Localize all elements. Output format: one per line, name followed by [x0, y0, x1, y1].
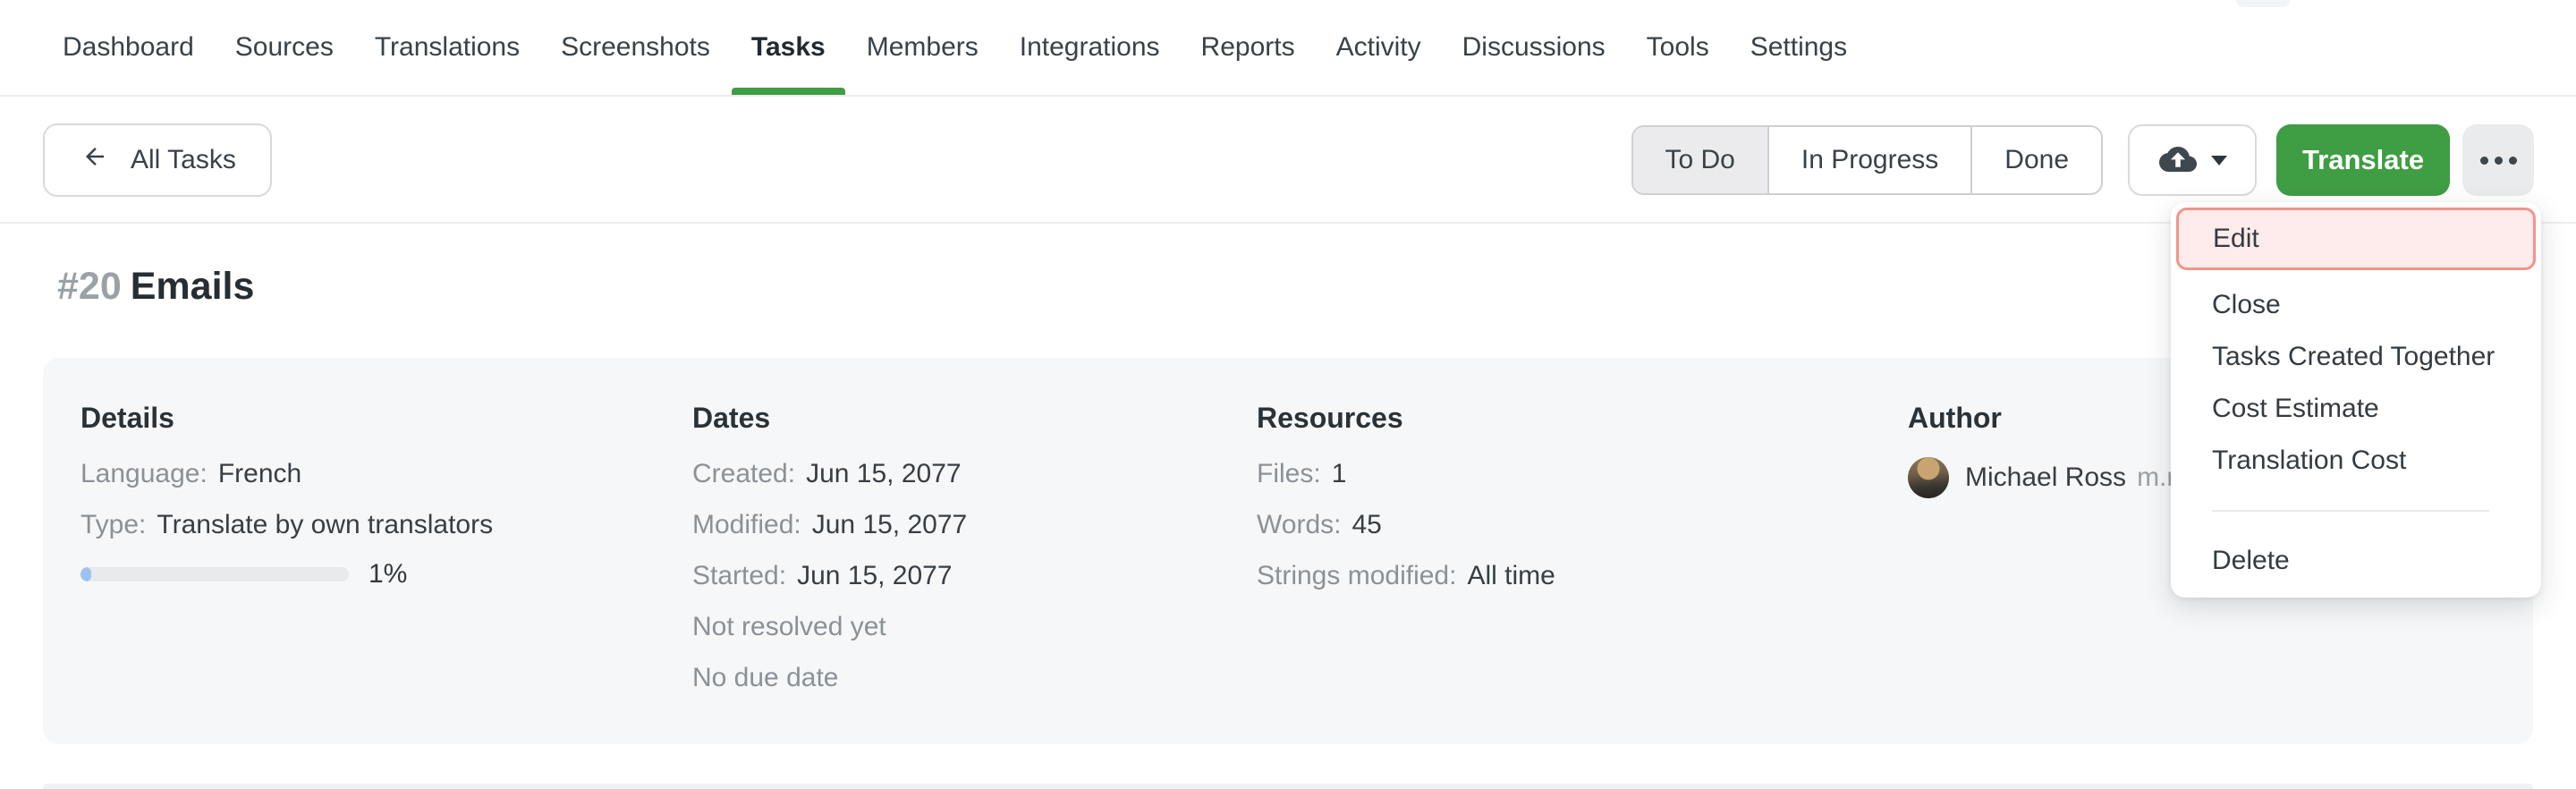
nav-tab-dashboard[interactable]: Dashboard — [63, 0, 194, 95]
files-label: Files: — [1257, 459, 1321, 488]
author-avatar — [1908, 457, 1949, 498]
author-name: Michael Ross — [1965, 462, 2126, 493]
nav-tab-sources[interactable]: Sources — [235, 0, 334, 95]
task-id: #20 — [57, 265, 122, 308]
strings-modified-value: All time — [1467, 561, 1555, 590]
upload-translations-dropdown-button[interactable] — [2128, 124, 2257, 196]
status-filter: To Do In Progress Done — [1631, 125, 2104, 195]
language-label: Language: — [80, 459, 208, 488]
nav-tab-integrations[interactable]: Integrations — [1020, 0, 1160, 95]
type-label: Type: — [80, 510, 146, 539]
scrolled-element-fragment — [2236, 0, 2290, 7]
resolved-note: Not resolved yet — [692, 610, 1247, 644]
started-value: Jun 15, 2077 — [797, 561, 952, 590]
ellipsis-icon — [2480, 157, 2517, 165]
nav-tab-tasks[interactable]: Tasks — [751, 0, 826, 95]
status-tab-in-progress[interactable]: In Progress — [1769, 127, 1972, 193]
status-tab-todo[interactable]: To Do — [1633, 127, 1769, 193]
strings-modified-row: Strings modified: All time — [1257, 559, 1811, 593]
menu-item-edit[interactable]: Edit — [2176, 208, 2536, 270]
files-row: Files: 1 — [1257, 457, 1811, 491]
resources-heading: Resources — [1257, 401, 1811, 435]
created-label: Created: — [692, 459, 795, 488]
details-section: Details Language: French Type: Translate b… — [80, 401, 662, 590]
dates-section: Dates Created:Jun 15, 2077 Modified:Jun … — [692, 401, 1247, 712]
modified-value: Jun 15, 2077 — [812, 510, 967, 539]
progress-row: 1% — [80, 559, 662, 590]
words-value: 45 — [1352, 510, 1381, 539]
menu-item-delete[interactable]: Delete — [2171, 535, 2541, 587]
translate-button[interactable]: Translate — [2276, 124, 2450, 196]
nav-tab-screenshots[interactable]: Screenshots — [561, 0, 710, 95]
files-value: 1 — [1332, 459, 1347, 488]
words-label: Words: — [1257, 510, 1341, 539]
resources-section: Resources Files: 1 Words: 45 Strings modif… — [1257, 401, 1811, 610]
nav-tab-tools[interactable]: Tools — [1647, 0, 1709, 95]
modified-row: Modified: Jun 15, 2077 — [692, 508, 1247, 542]
dates-heading: Dates — [692, 401, 1247, 435]
language-value: French — [218, 459, 301, 488]
modified-label: Modified: — [692, 510, 801, 539]
toolbar-actions: To Do In Progress Done Translate — [1631, 124, 2535, 196]
created-value: Jun 15, 2077 — [806, 459, 961, 488]
details-heading: Details — [80, 401, 662, 435]
next-card-fragment — [43, 784, 2533, 789]
menu-item-translation-cost[interactable]: Translation Cost — [2171, 435, 2541, 487]
created-row: Created: Jun 15, 2077 — [692, 457, 1247, 491]
status-tab-done[interactable]: Done — [1972, 127, 2101, 193]
all-tasks-back-button[interactable]: All Tasks — [43, 123, 272, 197]
nav-tab-discussions[interactable]: Discussions — [1462, 0, 1606, 95]
nav-tab-members[interactable]: Members — [867, 0, 979, 95]
task-title: Emails — [131, 265, 255, 308]
menu-item-cost-estimate[interactable]: Cost Estimate — [2171, 383, 2541, 435]
words-row: Words: 45 — [1257, 508, 1811, 542]
nav-tab-translations[interactable]: Translations — [375, 0, 520, 95]
progress-bar-fill — [80, 567, 91, 581]
language-row: Language: French — [80, 457, 662, 491]
task-summary-card: Details Language: French Type: Translate b… — [43, 358, 2533, 744]
type-row: Type: Translate by own translators — [80, 508, 662, 542]
all-tasks-label: All Tasks — [131, 145, 236, 175]
left-arrow-icon — [79, 143, 111, 177]
progress-percent: 1% — [369, 559, 407, 590]
menu-item-tasks-created-together[interactable]: Tasks Created Together — [2171, 331, 2541, 383]
more-actions-menu: Edit Close Tasks Created Together Cost E… — [2171, 202, 2541, 598]
type-value: Translate by own translators — [157, 510, 493, 539]
menu-divider — [2212, 510, 2489, 512]
project-nav: Dashboard Sources Translations Screensho… — [0, 0, 2576, 97]
more-actions-button[interactable] — [2462, 124, 2534, 196]
caret-down-icon — [2211, 156, 2227, 165]
page-title: #20Emails — [57, 265, 254, 309]
menu-item-close[interactable]: Close — [2171, 279, 2541, 331]
started-label: Started: — [692, 561, 786, 590]
task-details-page: Dashboard Sources Translations Screensho… — [0, 0, 2576, 789]
progress-bar — [80, 567, 349, 581]
upload-cloud-icon — [2157, 140, 2199, 181]
strings-modified-label: Strings modified: — [1257, 561, 1456, 590]
due-date-note: No due date — [692, 661, 1247, 695]
nav-tab-reports[interactable]: Reports — [1201, 0, 1295, 95]
nav-tab-activity[interactable]: Activity — [1336, 0, 1421, 95]
nav-tab-settings[interactable]: Settings — [1750, 0, 1847, 95]
started-row: Started: Jun 15, 2077 — [692, 559, 1247, 593]
